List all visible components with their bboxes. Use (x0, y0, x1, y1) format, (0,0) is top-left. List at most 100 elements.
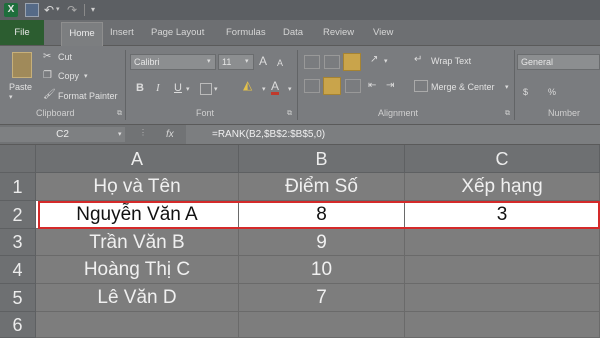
cell-b1[interactable]: Điểm Số (239, 173, 405, 201)
ribbon-home: Paste ▾ ✂ Cut ❐ Copy ▾ 🖌 Format Painter … (0, 46, 600, 124)
merge-center-button[interactable]: Merge & Center (431, 82, 495, 92)
excel-logo-icon[interactable]: X (4, 3, 18, 17)
font-name-select[interactable]: Calibri (130, 54, 216, 70)
cell-a5[interactable]: Lê Văn D (36, 284, 239, 312)
scissors-icon[interactable]: ✂ (43, 51, 51, 63)
copy-dropdown-icon[interactable]: ▾ (84, 71, 88, 83)
tab-insert[interactable]: Insert (110, 20, 134, 45)
tab-file[interactable]: File (0, 20, 44, 45)
cell-c4[interactable] (405, 256, 600, 284)
increase-indent-icon[interactable]: ⇥ (386, 80, 394, 92)
row-header-2[interactable]: 2 (0, 201, 36, 229)
worksheet-grid: A B C 1 Họ và Tên Điểm Số Xếp hạng 2 Ngu… (0, 145, 600, 338)
tab-home[interactable]: Home (61, 22, 103, 46)
fill-color-icon[interactable]: ◭ (243, 79, 252, 91)
align-right-icon[interactable] (345, 79, 361, 93)
align-bottom-icon[interactable] (343, 53, 361, 71)
number-format-select[interactable]: General (517, 54, 600, 70)
wrap-text-icon[interactable]: ↵ (414, 54, 422, 66)
formula-input[interactable]: =RANK(B2,$B$2:$B$5,0) (186, 125, 600, 144)
copy-icon[interactable]: ❐ (43, 70, 52, 82)
wrap-text-button[interactable]: Wrap Text (431, 56, 471, 66)
tab-formulas[interactable]: Formulas (226, 20, 266, 45)
highlight-box (38, 201, 600, 229)
cell-a3[interactable]: Trần Văn B (36, 229, 239, 256)
row-header-3[interactable]: 3 (0, 229, 36, 256)
tab-view[interactable]: View (373, 20, 393, 45)
cell-a1[interactable]: Họ và Tên (36, 173, 239, 201)
alignment-group-label: Alignment (378, 108, 419, 118)
decrease-indent-icon[interactable]: ⇤ (368, 80, 376, 92)
grow-font-icon[interactable]: A (259, 55, 267, 67)
font-color-icon[interactable]: A (271, 80, 280, 95)
column-header-a[interactable]: A (36, 145, 239, 173)
insert-function-icon[interactable]: fx (166, 127, 174, 142)
copy-button[interactable]: Copy (58, 71, 79, 81)
tab-data[interactable]: Data (283, 20, 303, 45)
cell-b5[interactable]: 7 (239, 284, 405, 312)
row-header-1[interactable]: 1 (0, 173, 36, 201)
merge-center-icon[interactable] (414, 80, 428, 92)
paste-icon[interactable] (12, 52, 32, 78)
paste-dropdown-icon[interactable]: ▾ (9, 92, 13, 104)
paste-button[interactable]: Paste (9, 82, 32, 92)
cell-c1[interactable]: Xếp hạng (405, 173, 600, 201)
format-painter-icon[interactable]: 🖌 (43, 89, 56, 101)
column-header-c[interactable]: C (405, 145, 600, 173)
row-header-6[interactable]: 6 (0, 312, 36, 338)
font-color-dropdown-icon[interactable]: ▾ (288, 84, 292, 96)
tab-review[interactable]: Review (323, 20, 354, 45)
row-header-5[interactable]: 5 (0, 284, 36, 312)
merge-dropdown-icon[interactable]: ▾ (505, 82, 509, 94)
cell-a4[interactable]: Hoàng Thị C (36, 256, 239, 284)
underline-button[interactable]: U (174, 82, 182, 94)
excel-window: X ↶ ▾ ↷ ▾ File Home Insert Page Layout F… (0, 0, 600, 338)
save-icon[interactable] (25, 3, 39, 17)
row-header-4[interactable]: 4 (0, 256, 36, 284)
cell-c3[interactable] (405, 229, 600, 256)
cell-b4[interactable]: 10 (239, 256, 405, 284)
font-launcher-icon[interactable]: ⧉ (287, 110, 292, 118)
orientation-dropdown-icon[interactable]: ▾ (384, 56, 388, 68)
italic-button[interactable]: I (156, 82, 160, 94)
number-group-label: Number (548, 108, 581, 118)
align-middle-icon[interactable] (324, 55, 340, 69)
column-header-b[interactable]: B (239, 145, 405, 173)
font-name-dropdown-icon[interactable]: ▾ (207, 56, 211, 68)
name-box[interactable]: C2 (0, 127, 125, 142)
orientation-icon[interactable]: ↗ (370, 54, 378, 66)
tab-page-layout[interactable]: Page Layout (151, 20, 204, 45)
cell-c5[interactable] (405, 284, 600, 312)
font-size-dropdown-icon[interactable]: ▾ (245, 56, 249, 68)
formula-bar-resize-icon[interactable]: ⋮ (139, 128, 147, 137)
cell-b3[interactable]: 9 (239, 229, 405, 256)
redo-icon[interactable]: ↷ (67, 3, 81, 17)
align-top-icon[interactable] (304, 55, 320, 69)
alignment-launcher-icon[interactable]: ⧉ (505, 110, 510, 118)
ribbon-divider (514, 50, 515, 120)
fill-color-dropdown-icon[interactable]: ▾ (262, 84, 266, 96)
format-painter-button[interactable]: Format Painter (58, 91, 118, 101)
borders-dropdown-icon[interactable]: ▾ (214, 84, 218, 96)
font-group-label: Font (196, 108, 215, 118)
align-center-icon[interactable] (323, 77, 341, 95)
percent-icon[interactable]: % (548, 86, 556, 98)
select-all-corner[interactable] (0, 145, 36, 173)
underline-dropdown-icon[interactable]: ▾ (186, 84, 190, 96)
borders-icon[interactable] (200, 83, 212, 95)
cell-a6[interactable] (36, 312, 239, 338)
ribbon-tabs: File Home Insert Page Layout Formulas Da… (0, 20, 600, 46)
bold-button[interactable]: B (136, 82, 144, 94)
toolbar-divider (84, 4, 85, 16)
cut-button[interactable]: Cut (58, 52, 72, 62)
customize-toolbar-icon[interactable]: ▾ (91, 3, 105, 17)
name-box-dropdown-icon[interactable]: ▾ (118, 127, 122, 142)
cell-b6[interactable] (239, 312, 405, 338)
currency-icon[interactable]: $ (523, 86, 528, 98)
cell-c6[interactable] (405, 312, 600, 338)
formula-bar: C2 ▾ ⋮ fx =RANK(B2,$B$2:$B$5,0) (0, 124, 600, 145)
clipboard-launcher-icon[interactable]: ⧉ (117, 110, 122, 118)
clipboard-group-label: Clipboard (36, 108, 75, 118)
shrink-font-icon[interactable]: A (277, 57, 283, 69)
align-left-icon[interactable] (304, 79, 320, 93)
